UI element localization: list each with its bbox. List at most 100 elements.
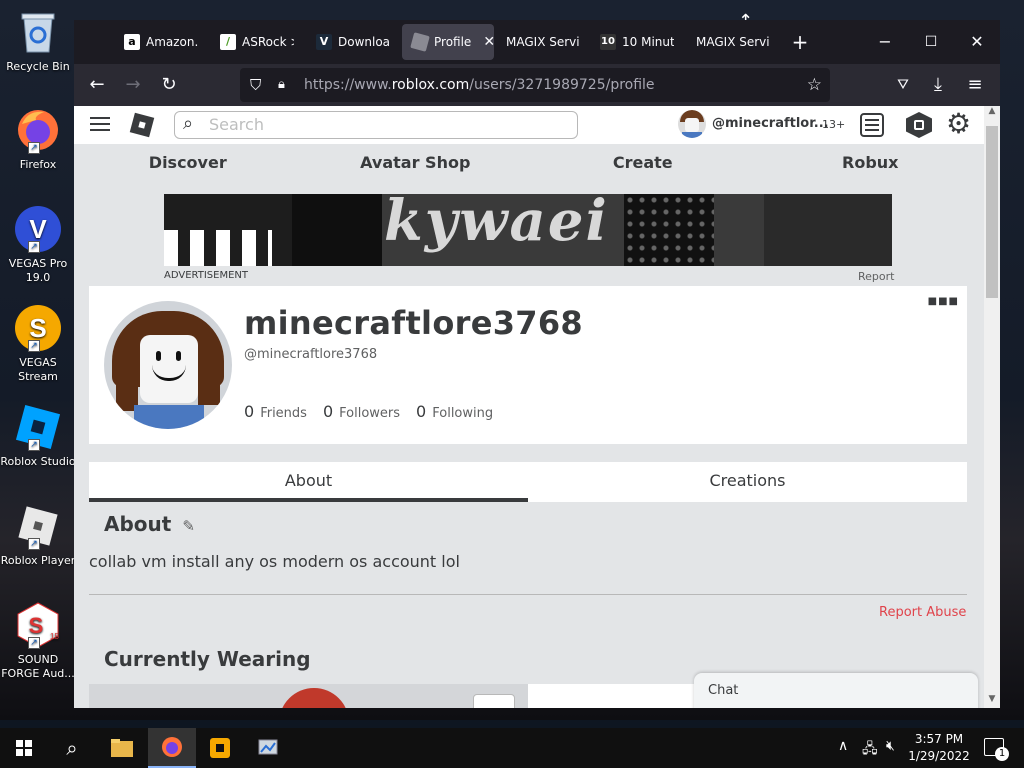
ad-label: ADVERTISEMENT <box>164 270 249 281</box>
tab-10-minute[interactable]: 10 10 Minute <box>590 24 684 60</box>
desktop-icon-sound-forge[interactable]: S 15 ↗ SOUND FORGE Aud... <box>0 601 76 681</box>
friends-count[interactable]: 0 <box>244 402 254 421</box>
friends-label[interactable]: Friends <box>260 406 307 421</box>
menu-hamburger-icon[interactable]: ≡ <box>958 68 992 102</box>
action-center-icon[interactable]: 1 <box>984 738 1009 761</box>
shield-icon[interactable]: ⛉ <box>250 68 261 102</box>
download-icon[interactable]: ⤓ <box>921 68 955 102</box>
following-count[interactable]: 0 <box>416 402 426 421</box>
search-input[interactable]: ⌕ Search <box>174 111 578 139</box>
ten-minute-icon: 10 <box>600 34 616 50</box>
scroll-up-icon[interactable]: ▲ <box>984 106 1000 120</box>
vegas-pro-icon: V ↗ <box>14 205 62 253</box>
robux-icon[interactable] <box>906 112 932 138</box>
age-badge: 13+ <box>822 118 846 131</box>
url-prefix: https://www. <box>304 77 392 93</box>
network-icon[interactable]: 🖧︎ <box>862 738 878 762</box>
notification-count: 1 <box>995 747 1009 761</box>
nav-create[interactable]: Create <box>529 144 757 182</box>
scroll-thumb[interactable] <box>986 126 998 298</box>
tab-magix-1[interactable]: MAGIX Servic <box>496 24 590 60</box>
roblox-logo-icon[interactable] <box>129 112 155 138</box>
svg-text:15: 15 <box>50 632 59 641</box>
desktop-icon-vegas-stream[interactable]: S ↗ VEGAS Stream <box>0 304 76 384</box>
tab-asrock[interactable]: / ASRock > <box>210 24 304 60</box>
close-tab-icon[interactable]: ✕ <box>483 34 494 50</box>
file-explorer-icon[interactable] <box>98 728 146 768</box>
followers-count[interactable]: 0 <box>323 402 333 421</box>
toggle-3d-button[interactable] <box>473 694 515 708</box>
show-hidden-icons-chevron-icon[interactable]: ∧ <box>838 738 848 754</box>
roblox-player-icon: ↗ <box>14 502 62 550</box>
desktop-icon-label: VEGAS Pro 19.0 <box>8 257 68 284</box>
following-label[interactable]: Following <box>432 406 493 421</box>
roblox-header: ⌕ Search @minecraftlor... 13+ ⚙ <box>74 106 984 144</box>
amazon-icon: a <box>124 34 140 50</box>
tab-download[interactable]: V Downloa <box>306 24 400 60</box>
url-text: https://www.roblox.com/users/3271989725/… <box>304 68 655 102</box>
notifications-list-icon[interactable] <box>860 113 884 137</box>
tab-amazon[interactable]: a Amazon.c <box>114 24 208 60</box>
desktop-icon-roblox-studio[interactable]: ↗ Roblox Studio <box>0 403 76 469</box>
header-username[interactable]: @minecraftlor... <box>712 116 829 131</box>
settings-gear-icon[interactable]: ⚙ <box>946 108 971 140</box>
desktop-icon-vegas-pro[interactable]: V ↗ VEGAS Pro 19.0 <box>0 205 76 285</box>
recycle-bin-icon <box>14 8 62 56</box>
ad-report-link[interactable]: Report <box>858 270 894 283</box>
tab-about[interactable]: About <box>89 462 528 502</box>
about-description: collab vm install any os modern os accou… <box>89 552 460 571</box>
followers-label[interactable]: Followers <box>339 406 400 421</box>
desktop-icon-label: Roblox Player <box>0 554 76 567</box>
desktop-icon-recycle-bin[interactable]: Recycle Bin <box>0 8 76 74</box>
tab-profile[interactable]: Profile ✕ <box>402 24 494 60</box>
header-avatar[interactable] <box>678 110 706 138</box>
desktop-icon-label: Roblox Studio <box>0 455 76 468</box>
maximize-icon[interactable]: ☐ <box>908 20 954 64</box>
svg-text:S: S <box>29 613 44 638</box>
tab-creations[interactable]: Creations <box>528 462 967 502</box>
tab-label: ASRock > <box>242 35 294 49</box>
start-windows-icon[interactable] <box>0 728 48 768</box>
network-app-taskbar-icon[interactable] <box>244 728 292 768</box>
clock[interactable]: 3:57 PM 1/29/2022 <box>908 731 970 765</box>
clock-time: 3:57 PM <box>914 732 964 746</box>
lock-icon[interactable]: 🔒︎ <box>278 68 285 102</box>
sidebar-menu-icon[interactable] <box>90 114 110 134</box>
nav-avatar-shop[interactable]: Avatar Shop <box>302 144 530 182</box>
nav-discover[interactable]: Discover <box>74 144 302 182</box>
page-scrollbar[interactable]: ▲ ▼ <box>984 106 1000 708</box>
url-path: /users/3271989725/profile <box>469 77 655 93</box>
tab-bar: a Amazon.c / ASRock > V Downloa Profile … <box>74 20 1000 64</box>
minimize-icon[interactable]: − <box>862 20 908 64</box>
search-icon[interactable]: ⌕ <box>48 728 96 768</box>
volume-muted-icon[interactable]: 🔇︎ <box>886 738 895 754</box>
more-options-icon[interactable]: ■■■ <box>928 296 959 307</box>
bookmark-star-icon[interactable]: ☆ <box>807 68 822 102</box>
reload-icon[interactable]: ↻ <box>152 68 186 102</box>
profile-avatar[interactable] <box>104 301 232 429</box>
new-tab-plus-icon[interactable]: + <box>777 20 823 64</box>
roblox-studio-taskbar-icon[interactable] <box>196 728 244 768</box>
nav-robux[interactable]: Robux <box>757 144 985 182</box>
scroll-down-icon[interactable]: ▼ <box>984 694 1000 708</box>
svg-text:S: S <box>29 313 46 343</box>
desktop-icon-firefox[interactable]: ↗ Firefox <box>0 106 76 172</box>
close-window-icon[interactable]: ✕ <box>954 20 1000 64</box>
chat-widget[interactable]: Chat <box>694 673 978 708</box>
tab-label: MAGIX Servic <box>506 35 580 49</box>
clock-date: 1/29/2022 <box>908 749 970 763</box>
firefox-taskbar-icon[interactable] <box>148 728 196 768</box>
forward-arrow-icon[interactable]: → <box>116 68 150 102</box>
url-bar[interactable]: ⛉ 🔒︎ https://www.roblox.com/users/327198… <box>240 68 830 102</box>
chat-label: Chat <box>708 683 739 698</box>
back-arrow-icon[interactable]: ← <box>80 68 114 102</box>
tab-magix-2[interactable]: MAGIX Servic <box>686 24 780 60</box>
tab-label: Amazon.c <box>146 35 198 49</box>
tab-label: Profile <box>434 35 472 49</box>
advertisement-banner[interactable]: kywaei <box>164 194 892 266</box>
edit-pencil-icon[interactable]: ✎ <box>182 517 195 535</box>
pocket-icon[interactable]: ⛛ <box>886 68 920 102</box>
desktop-icon-roblox-player[interactable]: ↗ Roblox Player <box>0 502 76 568</box>
desktop-icon-label: VEGAS Stream <box>18 356 58 383</box>
report-abuse-link[interactable]: Report Abuse <box>879 605 966 620</box>
